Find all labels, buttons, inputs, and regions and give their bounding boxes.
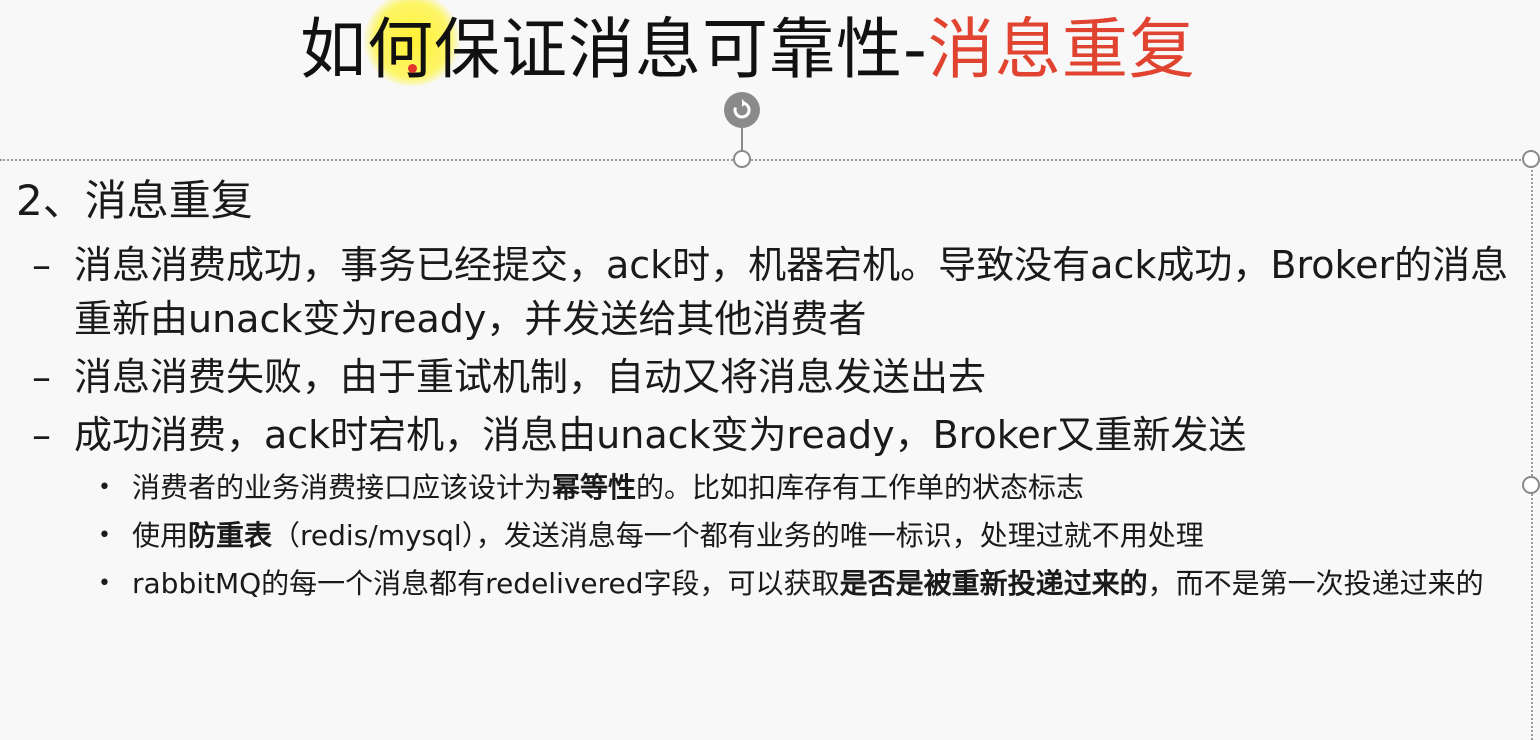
slide-title[interactable]: 如何保证消息可靠性-消息重复 [300, 10, 1196, 90]
bullet-dash: – [32, 355, 51, 399]
bullet-text: 成功消费，ack时宕机，消息由unack变为ready，Broker又重新发送 [74, 413, 1247, 457]
rotate-connector-line [741, 128, 743, 150]
bullet-item: – 成功消费，ack时宕机，消息由unack变为ready，Broker又重新发… [16, 408, 1516, 462]
sub-bullet-text-post: 的。比如扣库存有工作单的状态标志 [636, 471, 1085, 504]
bullet-text: 消息消费失败，由于重试机制，自动又将消息发送出去 [74, 355, 987, 399]
resize-handle-top-right[interactable] [1522, 150, 1540, 168]
bullet-item: – 消息消费成功，事务已经提交，ack时，机器宕机。导致没有ack成功，Brok… [16, 238, 1516, 346]
sub-bullet-text-pre: 消费者的业务消费接口应该设计为 [132, 471, 553, 504]
sub-bullet-text-bold: 是否是被重新投递过来的 [839, 567, 1148, 600]
sub-bullet-text-post: （redis/mysql），发送消息每一个都有业务的唯一标识，处理过就不用处理 [272, 519, 1204, 552]
sub-bullet-text-pre: rabbitMQ的每一个消息都有redelivered字段，可以获取 [132, 567, 840, 600]
resize-handle-right[interactable] [1522, 476, 1540, 494]
sub-bullet-text-pre: 使用 [132, 519, 189, 552]
slide-canvas: 如何保证消息可靠性-消息重复 2、消息重复 – 消息消费成功，事务已经提交，ac… [0, 0, 1540, 740]
sub-bullet-item: • 使用防重表（redis/mysql），发送消息每一个都有业务的唯一标识，处理… [16, 514, 1512, 558]
mouse-pointer-dot [408, 64, 417, 73]
title-main-text: 如何保证消息可靠性- [300, 11, 928, 88]
sub-bullet-item: • 消费者的业务消费接口应该设计为幂等性的。比如扣库存有工作单的状态标志 [16, 466, 1512, 510]
sub-bullet-text-post: ，而不是第一次投递过来的 [1147, 567, 1484, 600]
sub-bullet-text-bold: 幂等性 [552, 471, 637, 504]
textbox-content[interactable]: 2、消息重复 – 消息消费成功，事务已经提交，ack时，机器宕机。导致没有ack… [16, 168, 1516, 606]
bullet-dash: – [32, 243, 51, 287]
textbox-border-top [0, 159, 1532, 161]
bullet-item: – 消息消费失败，由于重试机制，自动又将消息发送出去 [16, 350, 1516, 404]
sub-bullet-item: • rabbitMQ的每一个消息都有redelivered字段，可以获取是否是被… [16, 562, 1512, 606]
rotate-handle[interactable] [724, 92, 760, 128]
section-heading: 2、消息重复 [16, 176, 253, 225]
resize-handle-top[interactable] [733, 150, 751, 168]
rotate-icon [733, 99, 751, 119]
sub-bullet-text-bold: 防重表 [188, 519, 273, 552]
sub-bullet-dot: • [98, 523, 111, 548]
bullet-dash: – [32, 413, 51, 457]
textbox-border-right [1531, 159, 1533, 740]
title-accent-text: 消息重复 [927, 11, 1196, 88]
bullet-text: 消息消费成功，事务已经提交，ack时，机器宕机。导致没有ack成功，Broker… [74, 243, 1509, 341]
sub-bullet-dot: • [98, 571, 111, 596]
sub-bullet-dot: • [98, 475, 111, 500]
